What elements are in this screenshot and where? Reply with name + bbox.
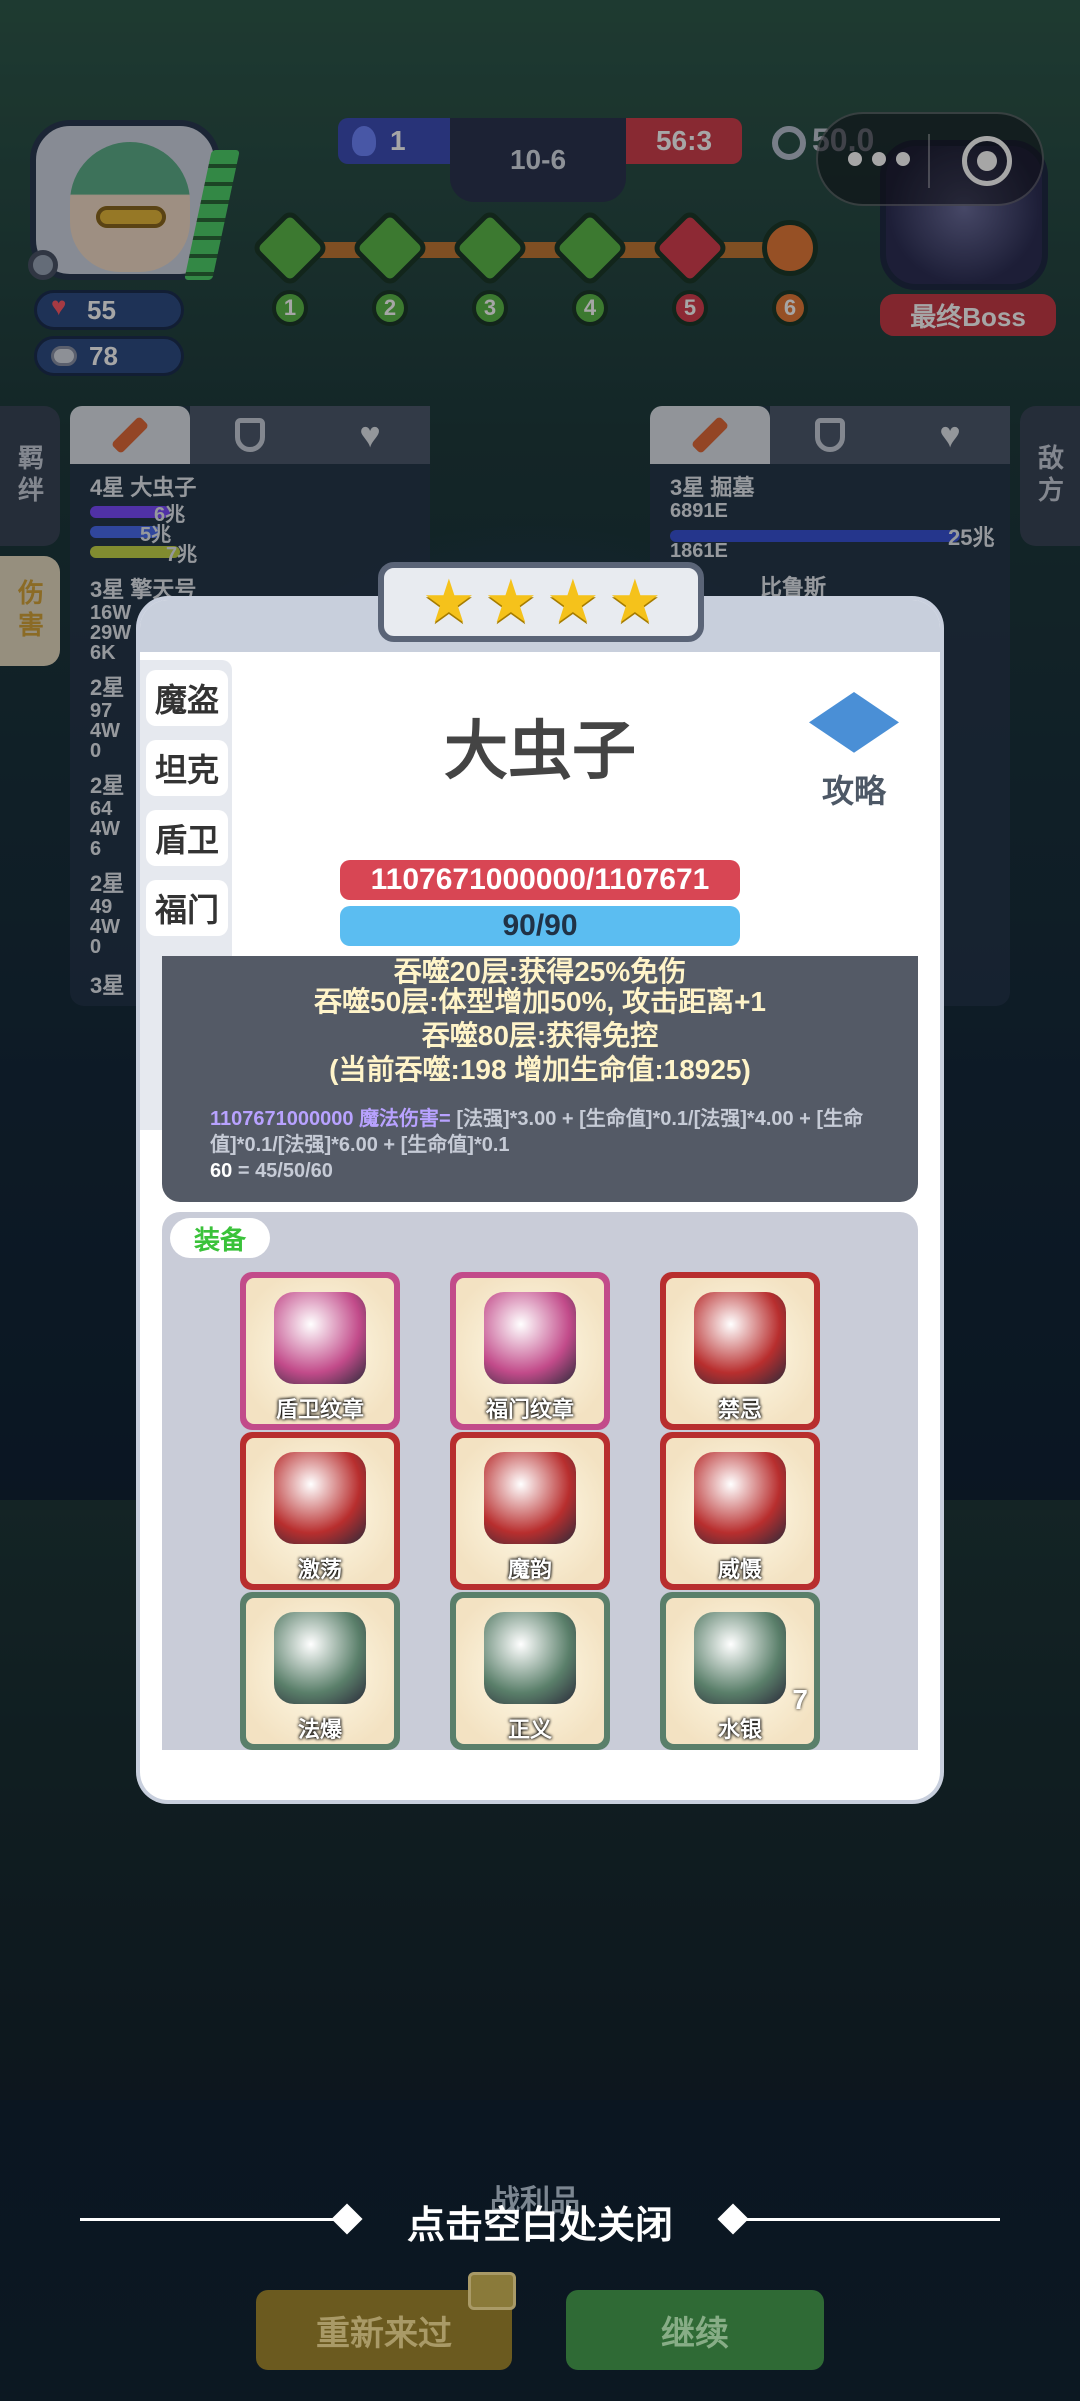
gold-crest-icon	[484, 1292, 576, 1384]
equipment-item[interactable]: 激荡	[240, 1432, 400, 1590]
item-frame: 盾卫纹章	[246, 1278, 394, 1424]
close-hint: 点击空白处关闭	[406, 2205, 673, 2247]
continue-button[interactable]: 继续	[566, 2290, 824, 2370]
equipment-item[interactable]: 法爆	[240, 1592, 400, 1750]
gold-gauntlet-icon	[484, 1612, 576, 1704]
star-icon: ★	[484, 568, 538, 635]
divider-left	[80, 2218, 342, 2221]
item-frame: 法爆	[246, 1598, 394, 1744]
dragon-head-icon	[274, 1612, 366, 1704]
item-label: 激荡	[297, 1557, 342, 1582]
trait-item[interactable]: 坦克	[146, 740, 228, 796]
equipment-item[interactable]: 威慑	[660, 1432, 820, 1590]
continue-label: 继续	[661, 2314, 729, 2353]
item-label: 正义	[507, 1717, 552, 1742]
equipment-item[interactable]: 正义	[450, 1592, 610, 1750]
item-label: 禁忌	[717, 1397, 762, 1422]
equipment-item[interactable]: 7 水银	[660, 1592, 820, 1750]
item-label: 魔韵	[507, 1557, 552, 1582]
star-icon: ★	[608, 568, 662, 635]
hero-name: 大虫子	[444, 715, 636, 787]
item-frame: 禁忌	[666, 1278, 814, 1424]
ice-staff-icon	[484, 1452, 576, 1544]
formula-value: 1107671000000	[210, 1108, 354, 1130]
skill-description: 吞噬20层:获得25%免伤 吞噬50层:体型增加50%, 攻击距离+1 吞噬80…	[162, 956, 918, 1202]
mana-total: 60	[210, 1160, 233, 1182]
trait-item[interactable]: 魔盗	[146, 670, 228, 726]
video-icon	[468, 2272, 516, 2310]
formula-label: 魔法伤害=	[359, 1108, 451, 1130]
item-frame: 激荡	[246, 1438, 394, 1584]
item-frame: 正义	[456, 1598, 604, 1744]
equipment-item[interactable]: 福门纹章	[450, 1272, 610, 1430]
hp-bar: 1107671000000/1107671	[340, 860, 740, 900]
item-label: 水银	[717, 1717, 762, 1742]
equipment-item[interactable]: 魔韵	[450, 1432, 610, 1590]
equipment-item[interactable]: 盾卫纹章	[240, 1272, 400, 1430]
hooded-cloak-icon	[694, 1612, 786, 1704]
mana-breakdown: 45/50/60	[255, 1160, 333, 1182]
retry-label: 重新来过	[316, 2314, 452, 2353]
mana-bar: 90/90	[340, 906, 740, 946]
hero-detail-modal: ★ ★ ★ ★ 魔盗 坦克 盾卫 福门 大虫子 攻略 1107671000000…	[140, 562, 940, 1800]
item-label: 福门纹章	[485, 1397, 574, 1422]
item-frame: 福门纹章	[456, 1278, 604, 1424]
item-frame: 威慑	[666, 1438, 814, 1584]
equipment-item[interactable]: 禁忌	[660, 1272, 820, 1430]
graduation-cap-icon	[809, 692, 899, 753]
trait-item[interactable]: 福门	[146, 880, 228, 936]
retry-button[interactable]: 重新来过	[256, 2272, 516, 2370]
item-label: 法爆	[297, 1717, 342, 1742]
item-label: 盾卫纹章	[275, 1397, 364, 1422]
item-frame: 7 水银	[666, 1598, 814, 1744]
star-icon: ★	[422, 568, 476, 635]
strategy-button[interactable]: 攻略	[804, 692, 904, 812]
equipment-tag: 装备	[170, 1218, 270, 1258]
star-rating: ★ ★ ★ ★	[378, 562, 704, 642]
star-icon: ★	[546, 568, 600, 635]
strategy-label: 攻略	[821, 773, 886, 809]
divider-right	[738, 2218, 1000, 2221]
shield-crest-icon	[274, 1292, 366, 1384]
ice-armor-icon	[694, 1452, 786, 1544]
skill-line: (当前吞噬:198 增加生命值:18925)	[329, 1054, 751, 1085]
purple-heart-icon	[274, 1452, 366, 1544]
damage-formula: 1107671000000 魔法伤害= [法强]*3.00 + [生命值]*0.…	[210, 1108, 864, 1182]
trait-item[interactable]: 盾卫	[146, 810, 228, 866]
item-label: 威慑	[717, 1557, 762, 1582]
forbidden-orb-icon	[694, 1292, 786, 1384]
item-frame: 魔韵	[456, 1438, 604, 1584]
